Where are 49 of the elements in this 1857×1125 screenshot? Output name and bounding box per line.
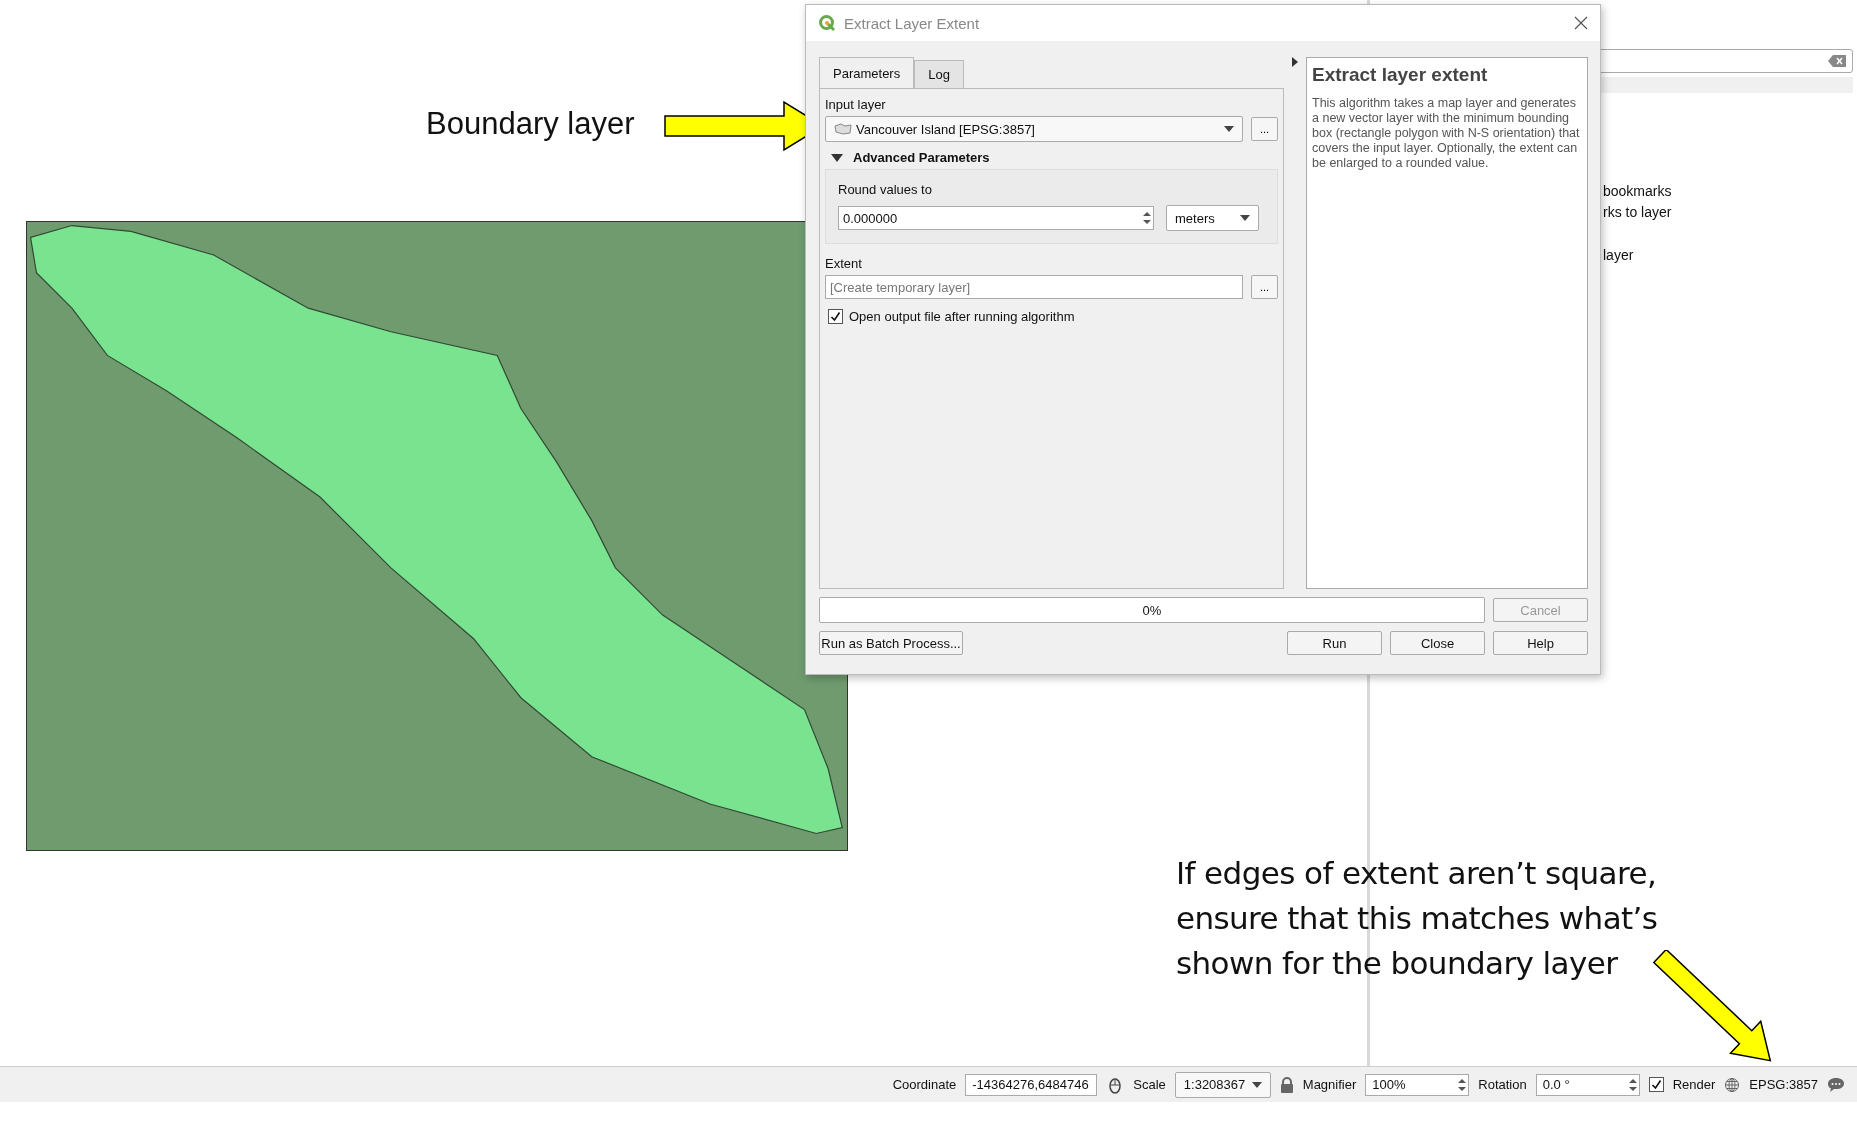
- checkbox[interactable]: [828, 309, 843, 324]
- coordinate-label: Coordinate: [892, 1077, 957, 1092]
- unit-dropdown[interactable]: meters: [1166, 205, 1259, 231]
- render-checkbox[interactable]: [1648, 1077, 1664, 1092]
- field-label: Extent: [825, 256, 863, 271]
- layer-dropdown[interactable]: Vancouver Island [EPSG:3857]: [825, 116, 1243, 142]
- number-field[interactable]: 0.000000: [838, 206, 1154, 230]
- browse-button[interactable]: ...: [1251, 117, 1278, 141]
- spin-arrows-icon[interactable]: [1628, 1077, 1637, 1092]
- globe-icon[interactable]: [1724, 1076, 1741, 1093]
- scale-label: Scale: [1133, 1077, 1166, 1092]
- output-field[interactable]: [Create temporary layer]: [825, 275, 1243, 299]
- dialog-button[interactable]: Help: [1493, 631, 1588, 655]
- field-label: Round values to: [838, 182, 933, 197]
- crs-button[interactable]: EPSG:3857: [1749, 1077, 1818, 1092]
- rotation-label: Rotation: [1478, 1077, 1527, 1092]
- tab[interactable]: Parameters: [819, 57, 915, 88]
- dialog-button[interactable]: Close: [1390, 631, 1485, 655]
- help-title: Extract layer extent: [1312, 64, 1488, 86]
- note-text: If edges of extent aren’t square, ensure that this matches what’s shown for the boundary layer: [1176, 854, 1658, 983]
- close-icon[interactable]: [1574, 16, 1588, 30]
- clear-icon[interactable]: [1828, 55, 1846, 67]
- field-label: Input layer: [825, 97, 887, 112]
- checkbox-label: Open output file after running algorithm: [849, 309, 1075, 324]
- tab[interactable]: Log: [914, 60, 964, 88]
- spin-arrows-icon[interactable]: [1143, 211, 1151, 225]
- toolbox-item[interactable]: bookmarks: [1603, 183, 1672, 199]
- callout-text: Boundary layer: [426, 106, 635, 142]
- collapse-icon[interactable]: [831, 152, 843, 163]
- magnifier-label: Magnifier: [1302, 1077, 1357, 1092]
- spin-arrows-icon[interactable]: [1458, 1077, 1467, 1092]
- section-title: Advanced Parameters: [853, 150, 990, 165]
- dialog-button[interactable]: Run: [1287, 631, 1382, 655]
- message-icon[interactable]: [1827, 1076, 1845, 1093]
- coordinate-field[interactable]: -14364276,6484746: [965, 1073, 1098, 1096]
- help-text: This algorithm takes a map layer and generates a new vector layer with the minimum bounding box (rectangle polygon with N-S orientation) that covers the input layer. Optionally, the extent can be enlarged to a rounded value.: [1312, 96, 1581, 171]
- polygon-icon: [834, 123, 852, 135]
- magnifier-spinbox[interactable]: 100%: [1365, 1073, 1470, 1096]
- rotation-spinbox[interactable]: 0.0 °: [1535, 1073, 1640, 1096]
- lock-icon[interactable]: [1279, 1076, 1294, 1093]
- browse-button[interactable]: ...: [1251, 275, 1278, 299]
- render-label: Render: [1672, 1077, 1716, 1092]
- toolbox-item[interactable]: layer: [1603, 247, 1634, 263]
- toolbox-item[interactable]: rks to layer: [1603, 204, 1672, 220]
- collapse-arrow-icon[interactable]: [1292, 57, 1298, 67]
- batch-button[interactable]: Run as Batch Process...: [819, 631, 963, 655]
- window-title: Extract Layer Extent: [844, 14, 981, 32]
- app-logo-icon: [818, 14, 836, 32]
- scale-combobox[interactable]: 1:3208367: [1174, 1071, 1271, 1098]
